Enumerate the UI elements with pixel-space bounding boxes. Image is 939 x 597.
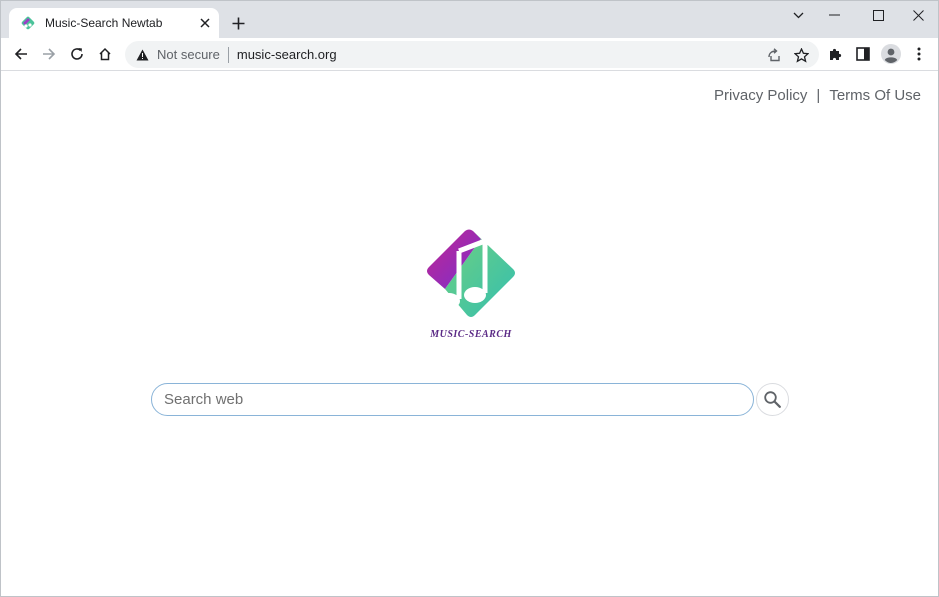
star-icon[interactable] xyxy=(789,43,813,67)
privacy-policy-link[interactable]: Privacy Policy xyxy=(714,87,807,104)
tab-strip: Music-Search Newtab xyxy=(1,1,938,38)
search-icon xyxy=(764,391,781,408)
security-label[interactable]: Not secure xyxy=(157,47,220,62)
music-search-logo-icon xyxy=(427,229,515,317)
side-panel-icon xyxy=(856,47,870,61)
browser-toolbar: Not secure music-search.org xyxy=(1,38,938,71)
music-search-favicon-icon xyxy=(21,16,35,30)
tab-title: Music-Search Newtab xyxy=(45,16,163,30)
arrow-right-icon xyxy=(43,48,56,60)
search-box xyxy=(151,383,754,416)
warning-icon[interactable] xyxy=(135,48,149,62)
link-separator: | xyxy=(816,87,821,104)
home-icon xyxy=(99,47,111,61)
search-button[interactable] xyxy=(756,383,789,416)
address-separator xyxy=(227,46,229,63)
profile-button[interactable] xyxy=(879,42,903,66)
arrow-left-icon xyxy=(14,48,27,60)
url-text[interactable]: music-search.org xyxy=(237,47,337,62)
reload-button[interactable] xyxy=(65,42,89,66)
side-panel-button[interactable] xyxy=(851,42,875,66)
kebab-menu-icon xyxy=(917,47,921,61)
plus-icon xyxy=(232,17,244,29)
minimize-icon xyxy=(828,14,840,16)
share-icon[interactable] xyxy=(761,43,785,67)
chevron-down-icon xyxy=(793,12,803,18)
browser-window: Music-Search Newtab Not secure music-sea… xyxy=(0,0,939,597)
menu-button[interactable] xyxy=(907,42,931,66)
address-bar[interactable]: Not secure music-search.org xyxy=(125,41,819,68)
close-window-button[interactable] xyxy=(903,4,933,26)
terms-of-use-link[interactable]: Terms Of Use xyxy=(829,87,921,104)
tab-search-button[interactable] xyxy=(783,4,813,26)
back-button[interactable] xyxy=(9,42,33,66)
close-icon[interactable] xyxy=(197,15,213,31)
avatar-icon xyxy=(881,44,901,64)
forward-button[interactable] xyxy=(37,42,61,66)
minimize-button[interactable] xyxy=(819,4,849,26)
puzzle-icon xyxy=(829,48,841,60)
close-window-icon xyxy=(912,9,924,21)
maximize-icon xyxy=(872,9,884,21)
logo-text: MUSIC-SEARCH xyxy=(430,329,512,340)
search-input[interactable] xyxy=(164,391,734,408)
maximize-button[interactable] xyxy=(863,4,893,26)
extensions-button[interactable] xyxy=(823,42,847,66)
reload-icon xyxy=(71,48,83,60)
page-content: Privacy Policy | Terms Of Use MUSIC-SEAR… xyxy=(1,71,938,596)
new-tab-button[interactable] xyxy=(227,12,249,34)
tab-music-search[interactable]: Music-Search Newtab xyxy=(9,8,219,38)
home-button[interactable] xyxy=(93,42,117,66)
top-links: Privacy Policy | Terms Of Use xyxy=(714,87,921,104)
